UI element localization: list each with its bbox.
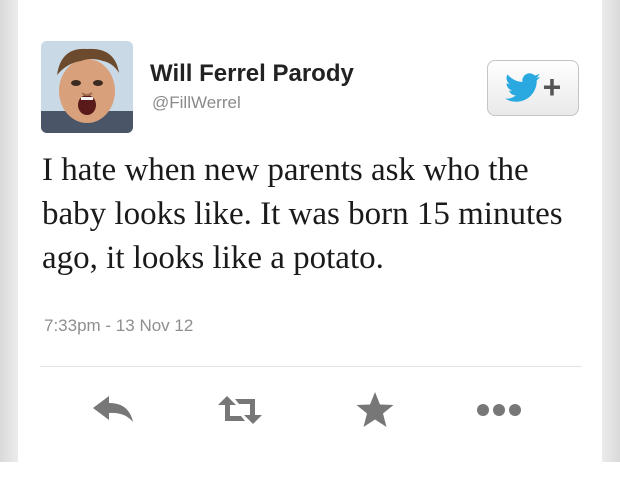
reply-icon: [93, 396, 133, 422]
favorite-button[interactable]: [350, 388, 400, 432]
left-bezel: [0, 0, 18, 462]
follow-button[interactable]: +: [487, 60, 579, 116]
tweet-timestamp[interactable]: 7:33pm - 13 Nov 12: [44, 316, 193, 336]
retweet-icon: [218, 396, 262, 424]
tweet-card: Will Ferrel Parody @FillWerrel + I hate …: [18, 0, 602, 462]
avatar[interactable]: [41, 41, 133, 133]
avatar-image: [41, 41, 133, 133]
user-handle[interactable]: @FillWerrel: [152, 93, 241, 113]
twitter-bird-icon: [504, 73, 541, 102]
retweet-button[interactable]: [215, 388, 265, 432]
divider: [40, 366, 582, 367]
star-icon: [356, 392, 394, 427]
more-icon: [477, 404, 521, 416]
tweet-text: I hate when new parents ask who the baby…: [42, 152, 563, 276]
more-button[interactable]: [474, 388, 524, 432]
follow-plus-label: +: [542, 69, 562, 105]
right-bezel: [602, 0, 620, 462]
reply-button[interactable]: [88, 388, 138, 432]
screenshot-frame: Will Ferrel Parody @FillWerrel + I hate …: [0, 0, 620, 490]
display-name[interactable]: Will Ferrel Parody: [150, 60, 354, 88]
